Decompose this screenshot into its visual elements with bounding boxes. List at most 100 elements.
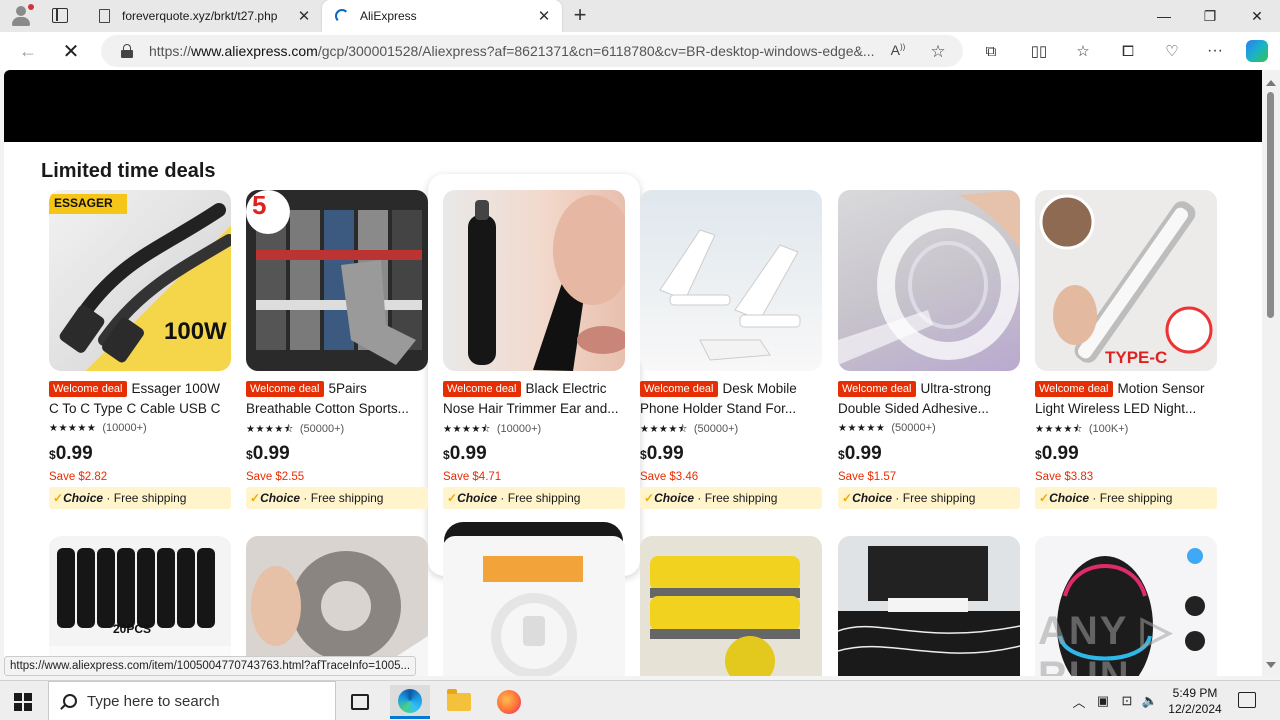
product-card-socks[interactable]: 5 Welcome deal 5Pairs Breathable Cotton S… xyxy=(246,190,428,520)
product-card-socks-black[interactable]: 20PCS xyxy=(49,536,231,676)
folder-icon xyxy=(447,689,471,711)
close-icon[interactable]: ✕ xyxy=(292,7,316,25)
edge-icon xyxy=(398,688,422,713)
check-icon: ✓ xyxy=(1039,491,1050,505)
taskbar-edge-app[interactable] xyxy=(390,685,430,719)
lock-icon[interactable] xyxy=(119,43,135,59)
hero-banner xyxy=(4,70,1262,142)
section-title: Limited time deals xyxy=(41,160,216,182)
savings-text: Save $2.82 xyxy=(49,471,108,483)
product-image[interactable]: 5 xyxy=(246,190,428,371)
review-count: (100K+) xyxy=(1088,423,1129,435)
vertical-scrollbar[interactable] xyxy=(1262,70,1280,676)
tab-strip: foreverquote.xyz/brkt/t27.php ✕ AliExpre… xyxy=(0,0,1280,32)
extensions-icon[interactable]: ⧉ xyxy=(980,40,1002,62)
address-bar[interactable]: https://www.aliexpress.com/gcp/300001528… xyxy=(101,35,963,67)
taskbar-search-box[interactable]: Type here to search xyxy=(48,681,336,720)
product-price: $0.99 xyxy=(838,443,882,464)
savings-text: Save $3.46 xyxy=(640,471,699,483)
tab-title: foreverquote.xyz/brkt/t27.php xyxy=(122,9,278,23)
product-card-phone-holder[interactable]: Welcome deal Desk Mobile Phone Holder Sta… xyxy=(640,190,822,520)
product-price: $0.99 xyxy=(246,443,290,464)
settings-menu-icon[interactable]: ··· xyxy=(1204,40,1226,62)
browser-essentials-icon[interactable]: ♡ xyxy=(1161,40,1183,62)
rating-stars: ★★★★⯪ (50000+) xyxy=(640,423,739,435)
product-image[interactable] xyxy=(640,190,822,371)
product-card-towels[interactable] xyxy=(640,536,822,676)
tab-title: AliExpress xyxy=(360,9,417,23)
stop-loading-button[interactable]: ✕ xyxy=(58,39,84,63)
scroll-up-icon[interactable] xyxy=(1266,80,1276,86)
rating-stars: ★★★★⯪ (10000+) xyxy=(443,423,542,435)
rating-stars: ★★★★⯪ (50000+) xyxy=(246,423,345,435)
split-screen-icon[interactable]: ▯▯ xyxy=(1028,40,1050,62)
favorite-star-icon[interactable]: ☆ xyxy=(928,42,948,61)
product-image[interactable]: ESSAGER 100W xyxy=(49,190,231,371)
product-card-desk-mat[interactable] xyxy=(838,536,1020,676)
product-card-trimmer[interactable]: Welcome deal Black Electric Nose Hair Tri… xyxy=(443,190,625,520)
scroll-down-icon[interactable] xyxy=(1266,662,1276,668)
product-price: $0.99 xyxy=(49,443,93,464)
scroll-thumb[interactable] xyxy=(1267,92,1274,318)
check-icon: ✓ xyxy=(250,491,261,505)
window-close-button[interactable]: ✕ xyxy=(1234,0,1280,32)
rating-stars: ★★★★⯪ (100K+) xyxy=(1035,423,1129,435)
welcome-deal-badge: Welcome deal xyxy=(49,381,127,397)
check-icon: ✓ xyxy=(53,491,64,505)
taskbar-file-explorer[interactable] xyxy=(439,685,479,719)
volume-icon[interactable]: 🔈 xyxy=(1141,681,1159,720)
tab-aliexpress[interactable]: AliExpress ✕ xyxy=(322,0,562,32)
taskbar-clock[interactable]: 5:49 PM 12/2/2024 xyxy=(1160,685,1230,717)
restore-button[interactable]: ❐ xyxy=(1187,0,1233,32)
product-card-tape[interactable]: Welcome deal Ultra-strong Double Sided Ad… xyxy=(838,190,1020,520)
welcome-deal-badge: Welcome deal xyxy=(246,381,324,397)
loading-spinner-icon xyxy=(334,8,350,24)
task-view-button[interactable] xyxy=(340,685,380,719)
product-card-led-light[interactable]: TYPE-C Welcome deal Motion Sensor Light W… xyxy=(1035,190,1217,520)
tab-foreverquote[interactable]: foreverquote.xyz/brkt/t27.php ✕ xyxy=(84,0,322,32)
new-tab-button[interactable]: + xyxy=(568,4,592,28)
check-icon: ✓ xyxy=(644,491,655,505)
welcome-deal-badge: Welcome deal xyxy=(838,381,916,397)
tray-device-icon[interactable]: ▣ xyxy=(1094,681,1112,720)
search-icon xyxy=(63,694,77,708)
rating-stars: ★★★★★ (50000+) xyxy=(838,422,936,434)
taskbar-firefox[interactable] xyxy=(489,685,529,719)
check-icon: ✓ xyxy=(842,491,853,505)
wattage-label: 100W xyxy=(164,318,227,345)
welcome-deal-badge: Welcome deal xyxy=(1035,381,1113,397)
url-text[interactable]: https://www.aliexpress.com/gcp/300001528… xyxy=(149,43,884,59)
type-c-label: TYPE-C xyxy=(1105,348,1168,367)
welcome-deal-badge: Welcome deal xyxy=(640,381,718,397)
product-image[interactable]: TYPE-C xyxy=(1035,190,1217,371)
copilot-icon[interactable] xyxy=(1246,40,1268,62)
savings-text: Save $1.57 xyxy=(838,471,897,483)
product-card-charging-cable[interactable] xyxy=(443,536,625,676)
review-count: (50000+) xyxy=(891,422,936,434)
profile-icon[interactable] xyxy=(8,4,34,28)
product-price: $0.99 xyxy=(1035,443,1079,464)
review-count: (10000+) xyxy=(496,423,542,435)
review-count: (10000+) xyxy=(102,422,147,434)
network-icon[interactable]: ⊡ xyxy=(1118,681,1136,720)
review-count: (50000+) xyxy=(299,423,345,435)
choice-shipping-tag: ✓Choice · Free shipping xyxy=(49,487,231,509)
tab-actions-icon[interactable] xyxy=(52,8,68,23)
pcs-label: 20PCS xyxy=(113,622,152,636)
collections-icon[interactable]: ⧠ xyxy=(1117,40,1139,62)
minimize-button[interactable]: — xyxy=(1141,0,1187,32)
close-icon[interactable]: ✕ xyxy=(532,7,556,25)
savings-text: Save $3.83 xyxy=(1035,471,1094,483)
tray-overflow-icon[interactable]: ︿ xyxy=(1070,681,1088,720)
back-button[interactable]: ← xyxy=(15,39,41,63)
windows-start-button[interactable] xyxy=(14,693,32,711)
product-price: $0.99 xyxy=(640,443,684,464)
product-card-cable[interactable]: ESSAGER 100W Welcome deal Essager 100W C … xyxy=(49,190,231,520)
notification-icon[interactable] xyxy=(1238,692,1256,708)
product-image[interactable] xyxy=(443,190,625,371)
product-image[interactable] xyxy=(838,190,1020,371)
favorites-icon[interactable]: ☆ xyxy=(1072,40,1094,62)
read-aloud-icon[interactable]: A)) xyxy=(888,42,908,60)
choice-shipping-tag: ✓Choice · Free shipping xyxy=(246,487,428,509)
product-card-cable-ties[interactable] xyxy=(246,536,428,676)
